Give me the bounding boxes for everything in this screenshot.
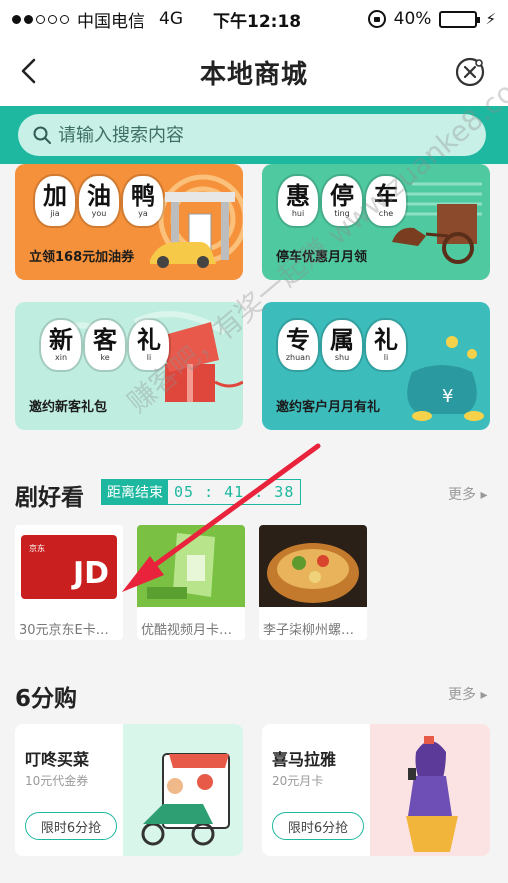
title-pinyin: li [383,353,389,362]
title-char-badge: 礼 li [366,320,406,370]
back-arrow-icon[interactable] [18,58,40,84]
search-input[interactable] [58,124,458,146]
jd-card-thumbnail: 京东 JD [15,525,123,607]
battery-icon [439,10,481,28]
deal-name: 叮咚买菜 [25,750,90,769]
title-pinyin: ke [100,353,110,362]
title-char: 鸭 [131,181,155,210]
delivery-scooter-illustration [123,724,243,856]
title-pinyin: you [91,209,107,218]
title-pinyin: che [378,209,394,218]
banner-subtitle: 停车优惠月月领 [276,250,368,265]
carrier-name: 中国电信 [77,11,145,32]
charging-icon: ⚡ [485,10,496,28]
title-char: 礼 [374,325,398,354]
deal-desc: 10元代金券 [25,774,89,788]
title-pinyin: zhuan [285,353,311,362]
rotation-lock-icon [367,10,386,28]
title-char-badge: 礼 li [129,320,169,370]
title-char: 专 [286,325,310,354]
title-char-badge: 客 ke [85,320,125,370]
title-char-badge: 属 shu [322,320,362,370]
nav-bar: 本地商城 [0,38,508,106]
title-char: 礼 [137,325,161,354]
countdown-label: 距离结束 [102,480,168,504]
title-char: 新 [49,325,73,354]
title-char-badge: 油 you [79,176,119,226]
title-char: 加 [43,181,67,210]
svg-text:京东: 京东 [29,543,45,553]
deal-card-ximalaya[interactable]: 喜马拉雅 20元月卡 限时6分抢 [262,724,490,856]
title-char: 停 [330,181,354,210]
status-bar: 中国电信 4G 下午12:18 40% ⚡ [0,0,508,38]
banner-parking[interactable]: 惠 hui 停 ting 车 che 停车优惠月月领 [262,164,490,280]
grab-button[interactable]: 限时6分抢 [25,812,117,840]
title-char-badge: 停 ting [322,176,362,226]
product-caption: 优酷视频月卡… [141,623,233,638]
title-char-badge: 鸭 ya [123,176,163,226]
title-pinyin: ya [138,209,148,218]
page-title: 本地商城 [199,59,308,90]
search-box[interactable] [18,114,486,156]
search-bar-area [0,106,508,164]
section-title-drama: 剧好看 [15,485,84,511]
more-link-drama[interactable]: 更多 ▸ [448,484,487,504]
product-card-youku[interactable]: 优酷视频月卡… [137,525,245,640]
countdown-digits: 05 : 41 : 38 [174,483,295,501]
title-pinyin: xin [54,353,68,362]
title-char-badge: 专 zhuan [278,320,318,370]
noodle-bowl-thumbnail [259,525,367,607]
title-pinyin: shu [334,353,350,362]
grab-button[interactable]: 限时6分抢 [272,812,364,840]
title-char-badge: 新 xin [41,320,81,370]
banner-subtitle: 立领168元加油券 [29,250,135,265]
banner-refuel[interactable]: 加 jia 油 you 鸭 ya 立领168元加油券 [15,164,243,280]
product-caption: 30元京东E卡… [19,623,109,638]
search-icon [33,126,51,144]
countdown-timer: 距离结束 05 : 41 : 38 [101,479,302,505]
woman-phone-illustration [370,724,490,856]
more-link-six-buy[interactable]: 更多 ▸ [448,684,487,704]
signal-strength-icon [12,14,69,24]
svg-text:JD: JD [71,556,109,591]
product-card-luosifen[interactable]: 李子柒柳州螺… [259,525,367,640]
title-pinyin: ting [334,209,350,218]
deal-card-dingdong[interactable]: 叮咚买菜 10元代金券 限时6分抢 [15,724,243,856]
clock: 下午12:18 [213,11,302,32]
title-char: 油 [87,181,111,210]
title-char: 车 [374,181,398,210]
deal-name: 喜马拉雅 [272,750,337,769]
battery-percent: 40% [393,9,432,29]
title-char-badge: 加 jia [35,176,75,226]
product-card-jd[interactable]: 京东 JD 30元京东E卡… [15,525,123,640]
title-char: 客 [93,325,117,354]
title-char-badge: 惠 hui [278,176,318,226]
svg-text:¥: ¥ [442,386,453,407]
deal-desc: 20元月卡 [272,774,324,788]
title-pinyin: li [146,353,152,362]
banner-new-customer[interactable]: 新 xin 客 ke 礼 li 邀约新客礼包 [15,302,243,430]
close-miniapp-icon[interactable] [454,56,486,88]
network-type: 4G [159,9,183,29]
banner-exclusive-gift[interactable]: ¥ 专 zhuan 属 shu 礼 li 邀约客户月月有礼 [262,302,490,430]
banner-subtitle: 邀约新客礼包 [29,400,108,415]
title-pinyin: jia [50,209,60,218]
title-char-badge: 车 che [366,176,406,226]
banner-subtitle: 邀约客户月月有礼 [276,400,381,415]
title-pinyin: hui [291,209,305,218]
title-char: 属 [330,325,354,354]
product-caption: 李子柒柳州螺… [263,623,355,638]
youku-thumbnail [137,525,245,607]
section-title-six-buy: 6分购 [15,686,78,712]
title-char: 惠 [286,181,310,210]
